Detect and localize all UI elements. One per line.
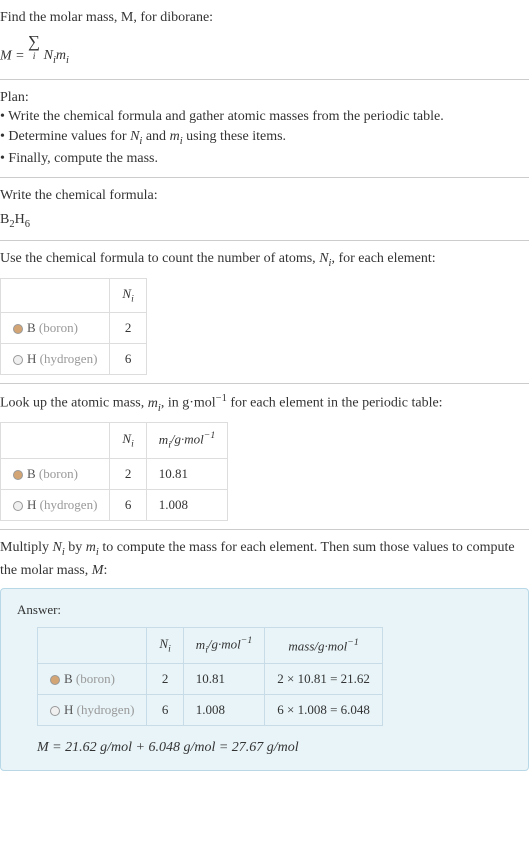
ni-cell: 2 — [110, 458, 146, 489]
atomic-mass-heading: Look up the atomic mass, mi, in g·mol−1 … — [0, 392, 529, 416]
chemical-formula: B2H6 — [0, 206, 529, 232]
atom-count-section: Use the chemical formula to count the nu… — [0, 241, 529, 384]
mi-cell: 10.81 — [146, 458, 227, 489]
header-element — [1, 423, 110, 459]
element-cell: H (hydrogen) — [38, 695, 147, 726]
ni-cell: 6 — [110, 490, 146, 521]
atom-count-heading: Use the chemical formula to count the nu… — [0, 249, 529, 271]
header-element — [1, 278, 110, 312]
table-row: B (boron) 2 — [1, 312, 147, 343]
element-cell: H (hydrogen) — [1, 490, 110, 521]
plan-bullet-1: • Write the chemical formula and gather … — [0, 107, 529, 127]
plan-bullet-3: • Finally, compute the mass. — [0, 149, 529, 169]
chemical-formula-heading: Write the chemical formula: — [0, 186, 529, 206]
table-header-row: Ni mi/g·mol−1 — [1, 423, 228, 459]
header-ni: Ni — [110, 278, 146, 312]
boron-dot-icon — [13, 470, 23, 480]
mi-cell: 10.81 — [183, 664, 264, 695]
element-cell: H (hydrogen) — [1, 343, 110, 374]
mass-cell: 2 × 10.81 = 21.62 — [265, 664, 383, 695]
hydrogen-dot-icon — [50, 706, 60, 716]
table-row: H (hydrogen) 6 1.008 6 × 1.008 = 6.048 — [38, 695, 383, 726]
plan-bullet-2: • Determine values for Ni and mi using t… — [0, 127, 529, 149]
final-result: M = 21.62 g/mol + 6.048 g/mol = 27.67 g/… — [37, 738, 512, 758]
element-cell: B (boron) — [38, 664, 147, 695]
boron-dot-icon — [50, 675, 60, 685]
intro-line: Find the molar mass, M, for diborane: — [0, 10, 213, 25]
table-row: B (boron) 2 10.81 — [1, 458, 228, 489]
compute-section: Multiply Ni by mi to compute the mass fo… — [0, 530, 529, 779]
table-header-row: Ni mi/g·mol−1 mass/g·mol−1 — [38, 628, 383, 664]
mi-cell: 1.008 — [146, 490, 227, 521]
ni-cell: 2 — [147, 664, 183, 695]
ni-cell: 2 — [110, 312, 146, 343]
answer-label: Answer: — [17, 601, 512, 619]
atomic-mass-section: Look up the atomic mass, mi, in g·mol−1 … — [0, 384, 529, 530]
table-row: B (boron) 2 10.81 2 × 10.81 = 21.62 — [38, 664, 383, 695]
intro-section: Find the molar mass, M, for diborane: M … — [0, 0, 529, 80]
element-cell: B (boron) — [1, 458, 110, 489]
answer-box: Answer: Ni mi/g·mol−1 mass/g·mol−1 B (bo… — [0, 588, 529, 771]
ni-cell: 6 — [147, 695, 183, 726]
header-mass: mass/g·mol−1 — [265, 628, 383, 664]
hydrogen-dot-icon — [13, 501, 23, 511]
mi-cell: 1.008 — [183, 695, 264, 726]
table-row: H (hydrogen) 6 — [1, 343, 147, 374]
answer-table: Ni mi/g·mol−1 mass/g·mol−1 B (boron) 2 1… — [37, 627, 383, 726]
mass-cell: 6 × 1.008 = 6.048 — [265, 695, 383, 726]
header-element — [38, 628, 147, 664]
header-mi: mi/g·mol−1 — [183, 628, 264, 664]
header-mi: mi/g·mol−1 — [146, 423, 227, 459]
header-ni: Ni — [110, 423, 146, 459]
element-cell: B (boron) — [1, 312, 110, 343]
ni-cell: 6 — [110, 343, 146, 374]
boron-dot-icon — [13, 324, 23, 334]
plan-heading: Plan: — [0, 88, 529, 108]
atom-count-table: Ni B (boron) 2 H (hydrogen) 6 — [0, 278, 147, 376]
intro-text: Find the molar mass, M, for diborane: — [0, 8, 529, 28]
compute-heading: Multiply Ni by mi to compute the mass fo… — [0, 538, 529, 580]
atomic-mass-table: Ni mi/g·mol−1 B (boron) 2 10.81 H (hydro… — [0, 422, 228, 521]
table-header-row: Ni — [1, 278, 147, 312]
header-ni: Ni — [147, 628, 183, 664]
plan-section: Plan: • Write the chemical formula and g… — [0, 80, 529, 178]
hydrogen-dot-icon — [13, 355, 23, 365]
table-row: H (hydrogen) 6 1.008 — [1, 490, 228, 521]
chemical-formula-section: Write the chemical formula: B2H6 — [0, 178, 529, 241]
molar-mass-formula: M = ∑i Nimi — [0, 28, 529, 71]
